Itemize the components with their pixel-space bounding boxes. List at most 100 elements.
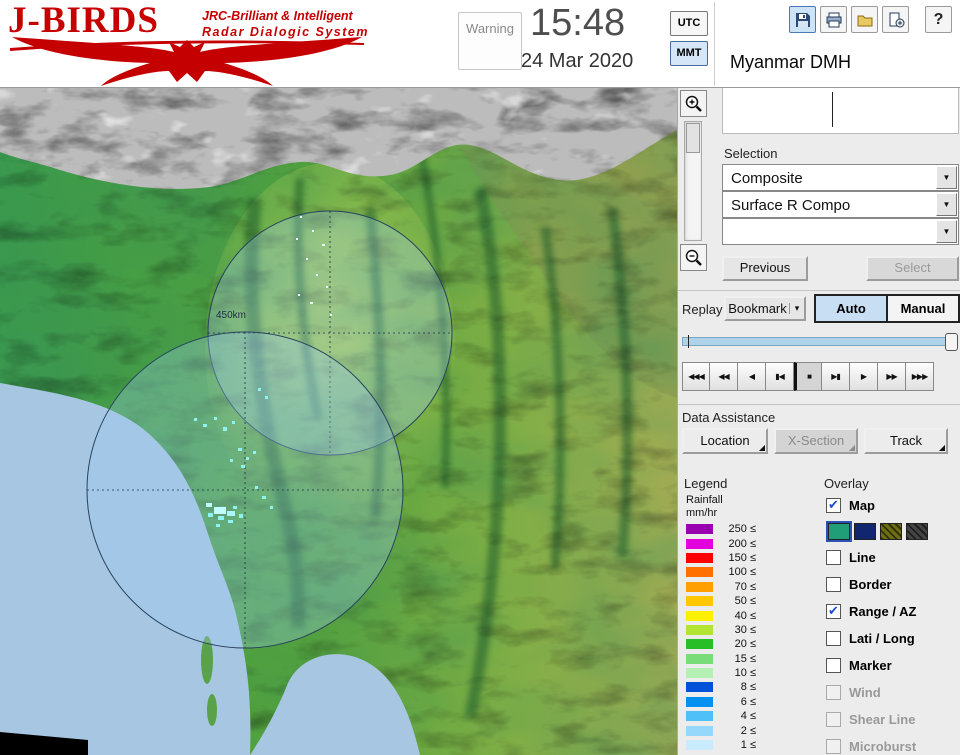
previous-button[interactable]: Previous: [722, 256, 808, 281]
zoom-out-button[interactable]: [680, 244, 707, 271]
playback-fast-rewind-full-button[interactable]: ◀◀◀: [682, 362, 710, 391]
legend-value: 15 ≤: [734, 652, 756, 665]
playback-play-button[interactable]: ▶: [850, 362, 878, 391]
island: [207, 694, 217, 726]
replay-time-slider[interactable]: [682, 333, 958, 351]
print-button[interactable]: [820, 6, 847, 33]
zoom-scrollbar[interactable]: [684, 121, 702, 241]
legend-row: 6 ≤: [686, 695, 756, 709]
legend-color-swatch: [686, 711, 713, 722]
corner-resize-icon: ◢: [758, 443, 765, 452]
legend-color-swatch: [686, 596, 713, 607]
overlay-option-map[interactable]: Map: [826, 492, 958, 519]
legend-color-swatch: [686, 524, 713, 535]
checkbox[interactable]: [826, 739, 841, 754]
legend-value: 70 ≤: [734, 580, 756, 593]
timezone-mmt-button[interactable]: MMT: [670, 41, 708, 66]
warning-button[interactable]: Warning: [458, 12, 522, 70]
slider-track[interactable]: [682, 337, 958, 346]
playback-rewind-button[interactable]: ◀◀: [710, 362, 738, 391]
section-divider: [678, 290, 960, 291]
header-divider: [714, 2, 715, 86]
overlay-option-label: Line: [849, 550, 876, 565]
checkbox[interactable]: [826, 603, 841, 619]
legend-color-swatch: [686, 538, 713, 549]
radar-map-canvas: 450km: [0, 88, 677, 755]
chevron-down-icon[interactable]: [936, 166, 957, 189]
export-button[interactable]: [882, 6, 909, 33]
station-list-box[interactable]: [722, 88, 959, 134]
location-button[interactable]: Location ◢: [682, 428, 768, 454]
help-button[interactable]: ?: [925, 6, 952, 33]
map-style-swatches: [826, 519, 958, 544]
legend-section-label: Legend: [684, 476, 728, 491]
overlay-option-line[interactable]: Line: [826, 544, 958, 571]
playback-step-back-button[interactable]: ▮◀: [766, 362, 794, 391]
timezone-utc-button[interactable]: UTC: [670, 11, 708, 36]
open-folder-button[interactable]: [851, 6, 878, 33]
eagle-logo-icon: [10, 37, 364, 86]
legend-value: 150 ≤: [728, 551, 756, 564]
slider-handle[interactable]: [945, 333, 958, 351]
checkbox[interactable]: [826, 577, 841, 592]
overlay-option-microburst[interactable]: Microburst: [826, 733, 958, 755]
chevron-down-icon[interactable]: [936, 220, 957, 243]
product-dropdown-2[interactable]: Surface R Compo: [722, 191, 959, 218]
legend-value: 8 ≤: [740, 681, 756, 694]
legend-unit-label: mm/hr: [686, 507, 718, 519]
legend-color-swatch: [686, 696, 713, 707]
checkbox[interactable]: [826, 712, 841, 727]
playback-fast-forward-button[interactable]: ▶▶: [878, 362, 906, 391]
overlay-option-shear-line[interactable]: Shear Line: [826, 706, 958, 733]
legend-color-swatch: [686, 552, 713, 563]
legend-row: 150 ≤: [686, 551, 756, 565]
legend-value: 20 ≤: [734, 638, 756, 651]
folder-icon: [857, 15, 872, 26]
checkbox[interactable]: [826, 550, 841, 565]
product-dropdown-1[interactable]: Composite: [722, 164, 959, 191]
zoom-scrollbar-thumb[interactable]: [686, 123, 700, 153]
bookmark-button[interactable]: Bookmark ▾: [724, 296, 806, 321]
map-style-swatch-3[interactable]: [880, 523, 902, 540]
radar-map[interactable]: 450km: [0, 88, 677, 755]
legend-value: 50 ≤: [734, 595, 756, 608]
overlay-option-border[interactable]: Border: [826, 571, 958, 598]
magnifier-minus-icon: [685, 249, 702, 266]
save-button[interactable]: [789, 6, 816, 33]
control-panel: Selection Composite Surface R Compo Prev…: [677, 88, 960, 755]
overlay-option-range-az[interactable]: Range / AZ: [826, 598, 958, 625]
checkbox[interactable]: [826, 685, 841, 700]
legend-color-swatch: [686, 682, 713, 693]
playback-stop-button[interactable]: ■: [794, 362, 822, 391]
dropdown-value: Surface R Compo: [731, 197, 851, 214]
overlay-option-lati-long[interactable]: Lati / Long: [826, 625, 958, 652]
map-style-swatch-4[interactable]: [906, 523, 928, 540]
product-dropdown-3[interactable]: [722, 218, 959, 245]
track-button[interactable]: Track ◢: [864, 428, 948, 454]
overlay-option-marker[interactable]: Marker: [826, 652, 958, 679]
overlay-option-wind[interactable]: Wind: [826, 679, 958, 706]
map-style-swatch-1[interactable]: [826, 521, 852, 542]
manual-mode-button[interactable]: Manual: [886, 296, 958, 321]
checkbox[interactable]: [826, 658, 841, 673]
checkbox[interactable]: [826, 631, 841, 646]
playback-step-forward-button[interactable]: ▶▮: [822, 362, 850, 391]
zoom-in-button[interactable]: [680, 90, 707, 117]
help-icon: ?: [933, 10, 944, 28]
playback-controls: ◀◀◀ ◀◀ ◀ ▮◀ ■ ▶▮ ▶ ▶▶ ▶▶▶: [682, 362, 934, 391]
playback-fast-forward-full-button[interactable]: ▶▶▶: [906, 362, 934, 391]
logo-tagline-1: JRC-Brilliant & Intelligent: [202, 9, 353, 23]
legend-row: 40 ≤: [686, 608, 756, 622]
legend-row: 100 ≤: [686, 565, 756, 579]
playback-play-reverse-button[interactable]: ◀: [738, 362, 766, 391]
bookmark-label: Bookmark: [728, 301, 787, 316]
select-button[interactable]: Select: [866, 256, 959, 281]
chevron-down-icon[interactable]: [936, 193, 957, 216]
chevron-down-icon[interactable]: ▾: [789, 303, 804, 314]
x-section-button[interactable]: X-Section ◢: [774, 428, 858, 454]
legend-row: 50 ≤: [686, 594, 756, 608]
checkbox[interactable]: [826, 497, 841, 513]
map-style-swatch-2[interactable]: [854, 523, 876, 540]
auto-mode-button[interactable]: Auto: [816, 296, 886, 321]
legend-value: 4 ≤: [740, 710, 756, 723]
